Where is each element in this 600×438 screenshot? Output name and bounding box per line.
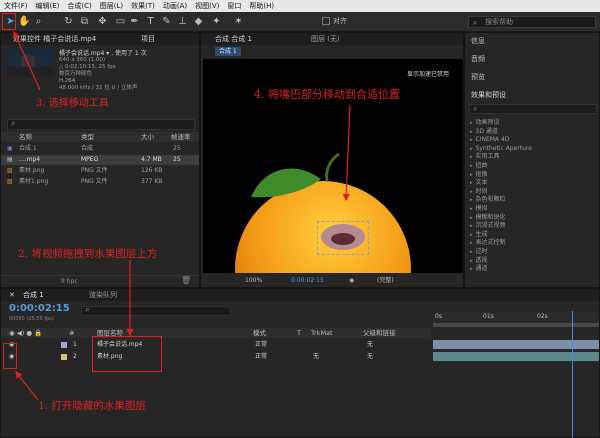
annotation-arrows [13, 30, 351, 401]
